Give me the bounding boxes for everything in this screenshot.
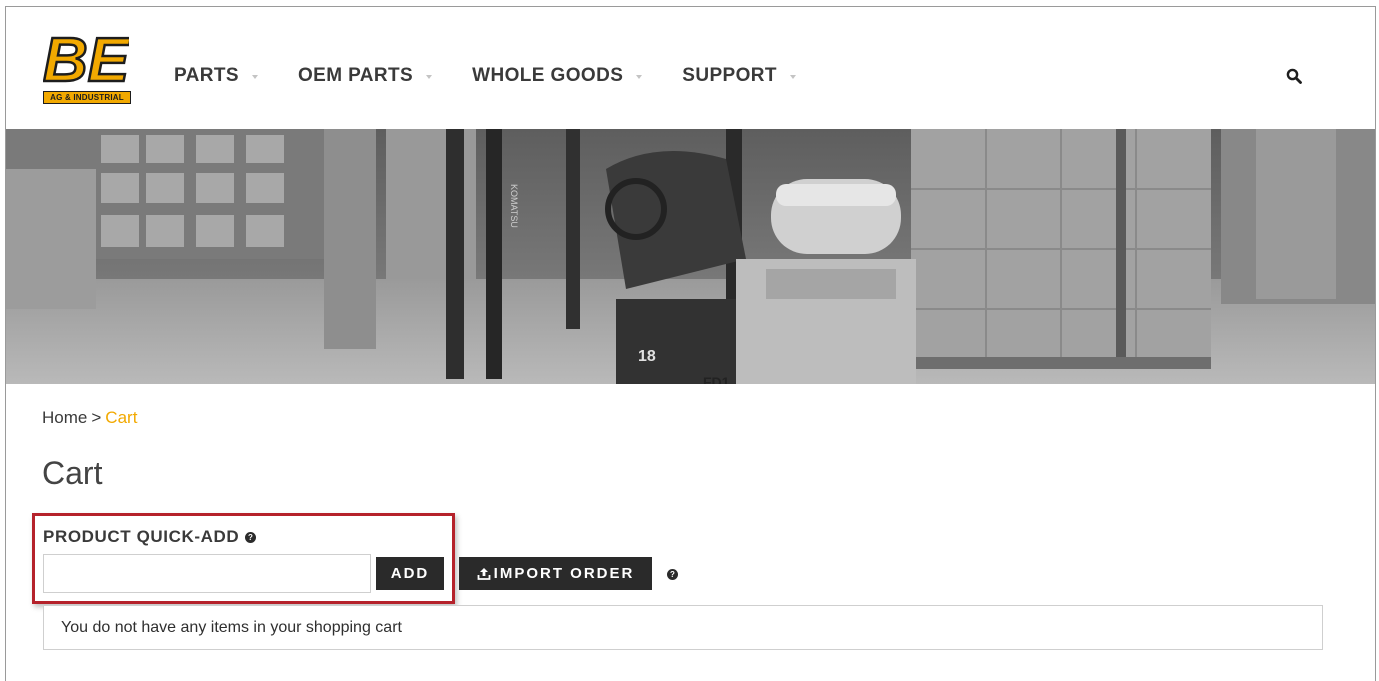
add-button[interactable]: ADD: [376, 557, 444, 590]
forklift-number: 18: [638, 348, 656, 365]
import-order-label: IMPORT ORDER: [493, 565, 635, 582]
breadcrumb-current[interactable]: Cart: [105, 408, 137, 427]
quick-add-label: PRODUCT QUICK-ADD: [43, 527, 240, 546]
nav-oem-parts-label: OEM PARTS: [297, 65, 414, 86]
logo-tagline: AG & INDUSTRIAL: [43, 91, 131, 104]
search-icon[interactable]: [1286, 68, 1302, 84]
page-frame: BE AG & INDUSTRIAL PARTS OEM PARTS WHOLE…: [5, 6, 1376, 681]
import-order-button[interactable]: IMPORT ORDER: [459, 557, 652, 590]
nav-support-label: SUPPORT: [682, 65, 777, 86]
nav-parts[interactable]: PARTS: [174, 65, 258, 87]
chevron-down-icon: [251, 75, 258, 79]
brand-logo[interactable]: BE AG & INDUSTRIAL: [43, 29, 131, 105]
hero-banner: 18 FD1 KOMATSU: [6, 129, 1375, 384]
chevron-down-icon: [426, 75, 433, 79]
chevron-down-icon: [636, 75, 643, 79]
warehouse-forklift-image: 18 FD1 KOMATSU: [6, 129, 1375, 384]
nav-parts-label: PARTS: [174, 65, 239, 86]
forklift-badge: FD1: [703, 374, 730, 384]
question-circle-icon[interactable]: ?: [667, 569, 678, 580]
breadcrumb: Home > Cart: [42, 408, 137, 428]
chevron-down-icon: [789, 75, 796, 79]
logo-letters: BE: [43, 29, 129, 89]
question-circle-icon[interactable]: ?: [245, 531, 257, 543]
page-title: Cart: [42, 455, 103, 491]
be-logo-mark: BE: [43, 29, 129, 89]
nav-whole-goods-label: WHOLE GOODS: [472, 65, 624, 86]
nav-whole-goods[interactable]: WHOLE GOODS: [472, 65, 643, 87]
quick-add-label-row: PRODUCT QUICK-ADD ?: [43, 527, 257, 547]
forklift-brand: KOMATSU: [509, 184, 519, 228]
breadcrumb-home[interactable]: Home: [42, 408, 87, 427]
empty-cart-message: You do not have any items in your shoppi…: [43, 605, 1323, 650]
quick-add-input[interactable]: [43, 554, 371, 593]
breadcrumb-separator: >: [91, 408, 102, 427]
site-header: BE AG & INDUSTRIAL PARTS OEM PARTS WHOLE…: [6, 7, 1375, 129]
nav-oem-parts[interactable]: OEM PARTS: [297, 65, 433, 87]
nav-support[interactable]: SUPPORT: [682, 65, 796, 87]
upload-icon: [477, 567, 491, 580]
main-nav: PARTS OEM PARTS WHOLE GOODS SUPPORT: [174, 65, 836, 87]
empty-cart-text: You do not have any items in your shoppi…: [61, 618, 402, 636]
